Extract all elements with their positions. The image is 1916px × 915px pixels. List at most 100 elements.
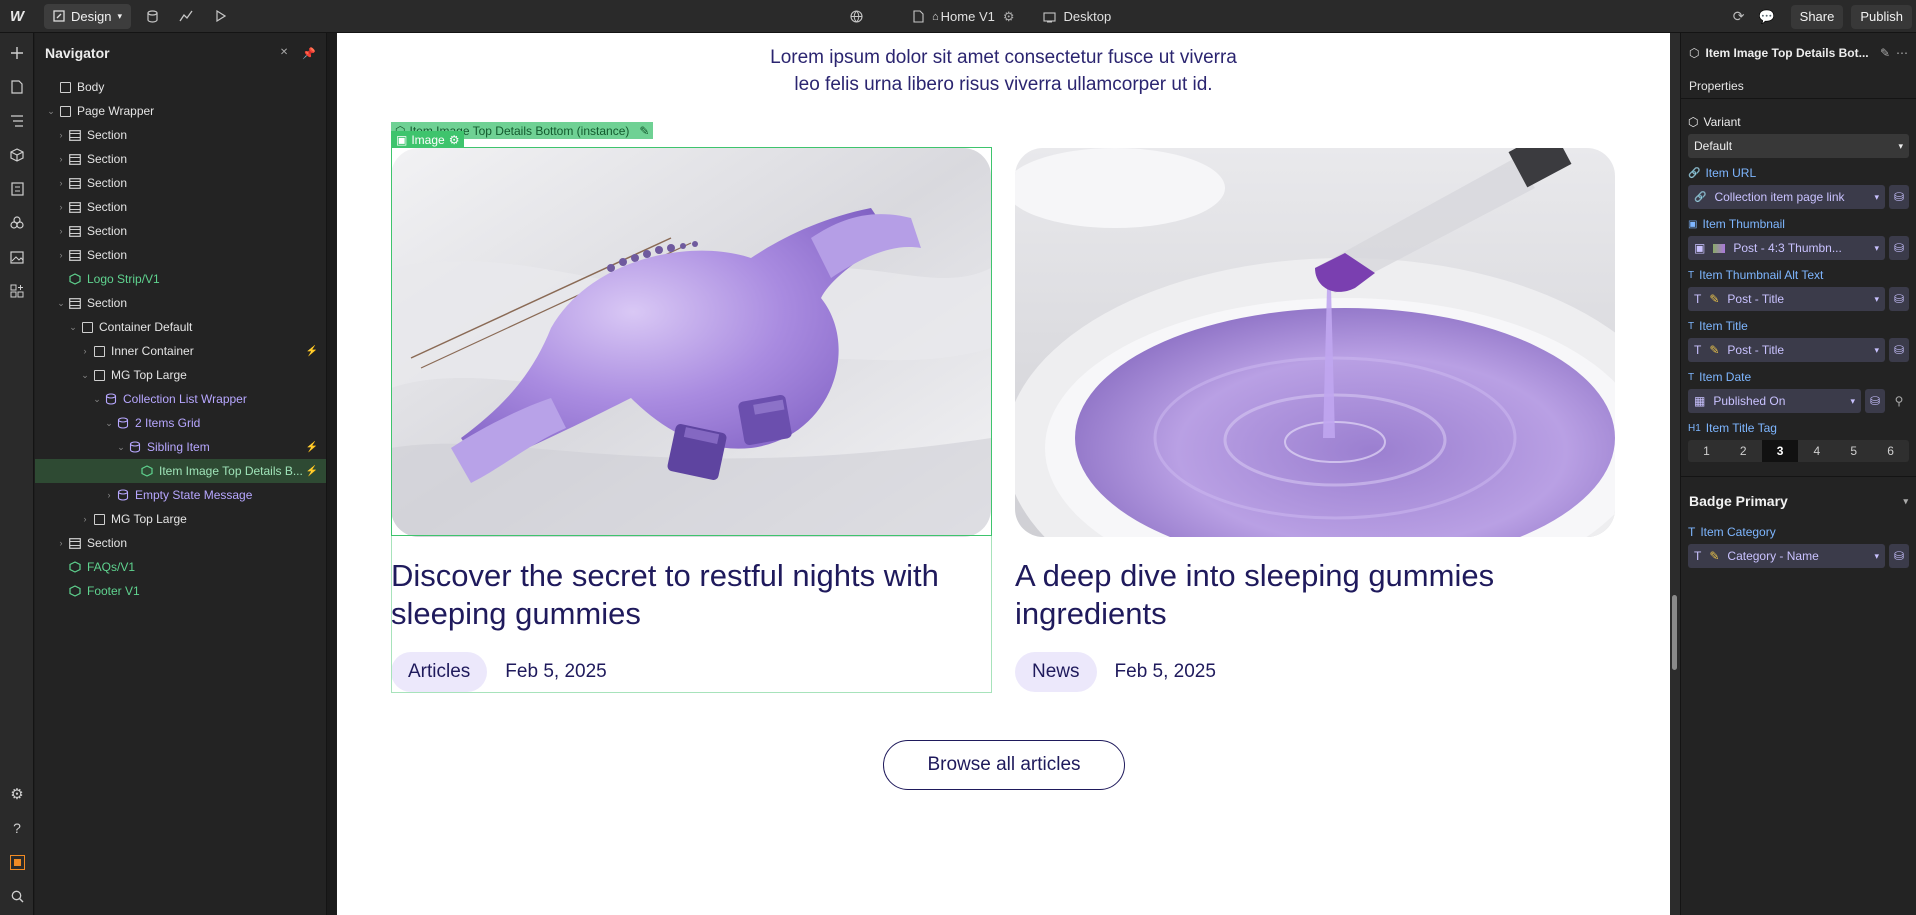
navigator-row[interactable]: FAQs/V1 bbox=[35, 555, 326, 579]
pages-icon[interactable] bbox=[0, 70, 34, 104]
edit-component-icon[interactable]: ✎ bbox=[1880, 46, 1890, 60]
navigator-row[interactable]: Body bbox=[35, 75, 326, 99]
prop-select[interactable]: ▦ Published On ▾ bbox=[1688, 389, 1861, 413]
breakpoint-label[interactable]: Desktop bbox=[1064, 9, 1112, 24]
browse-all-articles-button[interactable]: Browse all articles bbox=[883, 740, 1125, 790]
caret-right-icon[interactable]: › bbox=[55, 250, 67, 260]
card-1-image[interactable] bbox=[391, 148, 991, 537]
navigator-row[interactable]: Item Image Top Details B... ⚡ bbox=[35, 459, 326, 483]
navigator-row[interactable]: › Section bbox=[35, 219, 326, 243]
navigator-row[interactable]: › Inner Container ⚡ bbox=[35, 339, 326, 363]
webflow-logo[interactable]: W bbox=[0, 0, 34, 33]
prop-select[interactable]: T ✎ Post - Title ▾ bbox=[1688, 338, 1885, 362]
navigator-row[interactable]: › Section bbox=[35, 171, 326, 195]
caret-right-icon[interactable]: › bbox=[55, 178, 67, 188]
unlink-icon[interactable]: ⚲ bbox=[1889, 389, 1909, 413]
caret-down-icon[interactable]: ⌄ bbox=[91, 394, 103, 405]
search-icon[interactable] bbox=[0, 879, 34, 913]
cms-icon[interactable] bbox=[135, 0, 169, 33]
preview-play-icon[interactable] bbox=[203, 0, 237, 33]
card-1-title[interactable]: Discover the secret to restful nights wi… bbox=[391, 557, 991, 633]
edit-pencil-icon[interactable]: ✎ bbox=[639, 124, 649, 138]
navigator-row[interactable]: › MG Top Large bbox=[35, 507, 326, 531]
connect-field-button[interactable]: ⛁ bbox=[1889, 287, 1909, 311]
page-settings-gear-icon[interactable]: ⚙ bbox=[1003, 9, 1015, 25]
prop-select[interactable]: 🔗 Collection item page link ▾ bbox=[1688, 185, 1885, 209]
connect-field-button[interactable]: ⛁ bbox=[1889, 544, 1909, 568]
title-tag-option[interactable]: 1 bbox=[1688, 440, 1725, 462]
add-icon[interactable] bbox=[0, 36, 34, 70]
connect-field-button[interactable]: ⛁ bbox=[1889, 338, 1909, 362]
mode-dropdown[interactable]: Design ▾ bbox=[44, 3, 131, 29]
navigator-row[interactable]: ⌄ Page Wrapper bbox=[35, 99, 326, 123]
caret-right-icon[interactable]: › bbox=[79, 514, 91, 524]
pin-icon[interactable]: 📌 bbox=[302, 47, 316, 60]
navigator-row[interactable]: ⌄ MG Top Large bbox=[35, 363, 326, 387]
caret-right-icon[interactable]: › bbox=[55, 202, 67, 212]
navigator-row[interactable]: Footer V1 bbox=[35, 579, 326, 603]
caret-down-icon[interactable]: ⌄ bbox=[67, 322, 79, 333]
collapse-all-icon[interactable]: ✕ bbox=[280, 47, 288, 60]
caret-down-icon[interactable]: ⌄ bbox=[55, 298, 67, 309]
caret-right-icon[interactable]: › bbox=[55, 226, 67, 236]
caret-right-icon[interactable]: › bbox=[79, 346, 91, 356]
navigator-row[interactable]: › Section bbox=[35, 531, 326, 555]
badge-primary-header[interactable]: Badge Primary ▾ bbox=[1681, 487, 1916, 515]
card-1-category-badge[interactable]: Articles bbox=[391, 652, 488, 692]
navigator-row[interactable]: ⌄ 2 Items Grid bbox=[35, 411, 326, 435]
title-tag-option[interactable]: 3 bbox=[1761, 440, 1799, 462]
navigator-row[interactable]: › Section bbox=[35, 123, 326, 147]
caret-down-icon[interactable]: ⌄ bbox=[103, 418, 115, 429]
navigator-row[interactable]: ⌄ Sibling Item ⚡ bbox=[35, 435, 326, 459]
card-2-title[interactable]: A deep dive into sleeping gummies ingred… bbox=[1015, 557, 1615, 633]
caret-right-icon[interactable]: › bbox=[55, 538, 67, 548]
item-category-select[interactable]: T ✎ Category - Name ▾ bbox=[1688, 544, 1885, 568]
prop-select[interactable]: ▣ Post - 4:3 Thumbn... ▾ bbox=[1688, 236, 1885, 260]
navigator-row[interactable]: ⌄ Collection List Wrapper bbox=[35, 387, 326, 411]
styles-drops-icon[interactable] bbox=[0, 206, 34, 240]
title-tag-option[interactable]: 6 bbox=[1872, 440, 1909, 462]
settings-small-icon[interactable]: ⚙ bbox=[449, 133, 460, 147]
comment-icon[interactable]: 💬 bbox=[1758, 9, 1774, 25]
navigator-row[interactable]: › Section bbox=[35, 147, 326, 171]
more-options-icon[interactable]: ⋯ bbox=[1896, 46, 1908, 60]
navigator-row[interactable]: › Section bbox=[35, 243, 326, 267]
assets-icon[interactable] bbox=[0, 240, 34, 274]
variables-icon[interactable] bbox=[0, 172, 34, 206]
page-name[interactable]: Home V1 bbox=[941, 9, 995, 24]
navigator-icon[interactable] bbox=[0, 104, 34, 138]
title-tag-option[interactable]: 2 bbox=[1725, 440, 1762, 462]
sync-icon[interactable]: ⟳ bbox=[1733, 8, 1745, 25]
title-tag-option[interactable]: 5 bbox=[1835, 440, 1872, 462]
image-element-label[interactable]: ▣ Image ⚙ bbox=[391, 131, 465, 148]
prop-select[interactable]: T ✎ Post - Title ▾ bbox=[1688, 287, 1885, 311]
globe-icon[interactable] bbox=[850, 10, 863, 23]
navigator-row[interactable]: Logo Strip/V1 bbox=[35, 267, 326, 291]
variant-select[interactable]: Default ▾ bbox=[1688, 134, 1909, 158]
connect-field-button[interactable]: ⛁ bbox=[1865, 389, 1885, 413]
connect-field-button[interactable]: ⛁ bbox=[1889, 236, 1909, 260]
settings-gear-icon[interactable]: ⚙ bbox=[0, 777, 34, 811]
analytics-icon[interactable] bbox=[169, 0, 203, 33]
title-tag-option[interactable]: 4 bbox=[1798, 440, 1835, 462]
audit-icon[interactable] bbox=[0, 845, 34, 879]
navigator-row[interactable]: › Empty State Message bbox=[35, 483, 326, 507]
canvas-scrollbar[interactable] bbox=[1672, 595, 1677, 670]
card-2-image[interactable] bbox=[1015, 148, 1615, 537]
connect-field-button[interactable]: ⛁ bbox=[1889, 185, 1909, 209]
caret-down-icon[interactable]: ⌄ bbox=[79, 370, 91, 381]
navigator-row[interactable]: ⌄ Section bbox=[35, 291, 326, 315]
publish-button[interactable]: Publish bbox=[1851, 4, 1912, 29]
share-button[interactable]: Share bbox=[1790, 4, 1844, 29]
help-icon[interactable]: ? bbox=[0, 811, 34, 845]
tab-properties[interactable]: Properties bbox=[1689, 79, 1744, 93]
caret-right-icon[interactable]: › bbox=[55, 130, 67, 140]
caret-down-icon[interactable]: ⌄ bbox=[115, 442, 127, 453]
card-2-category-badge[interactable]: News bbox=[1015, 652, 1097, 692]
apps-icon[interactable] bbox=[0, 274, 34, 308]
caret-right-icon[interactable]: › bbox=[103, 490, 115, 500]
caret-down-icon[interactable]: ⌄ bbox=[45, 106, 57, 117]
navigator-row[interactable]: › Section bbox=[35, 195, 326, 219]
caret-right-icon[interactable]: › bbox=[55, 154, 67, 164]
design-canvas[interactable]: Lorem ipsum dolor sit amet consectetur f… bbox=[337, 33, 1670, 915]
